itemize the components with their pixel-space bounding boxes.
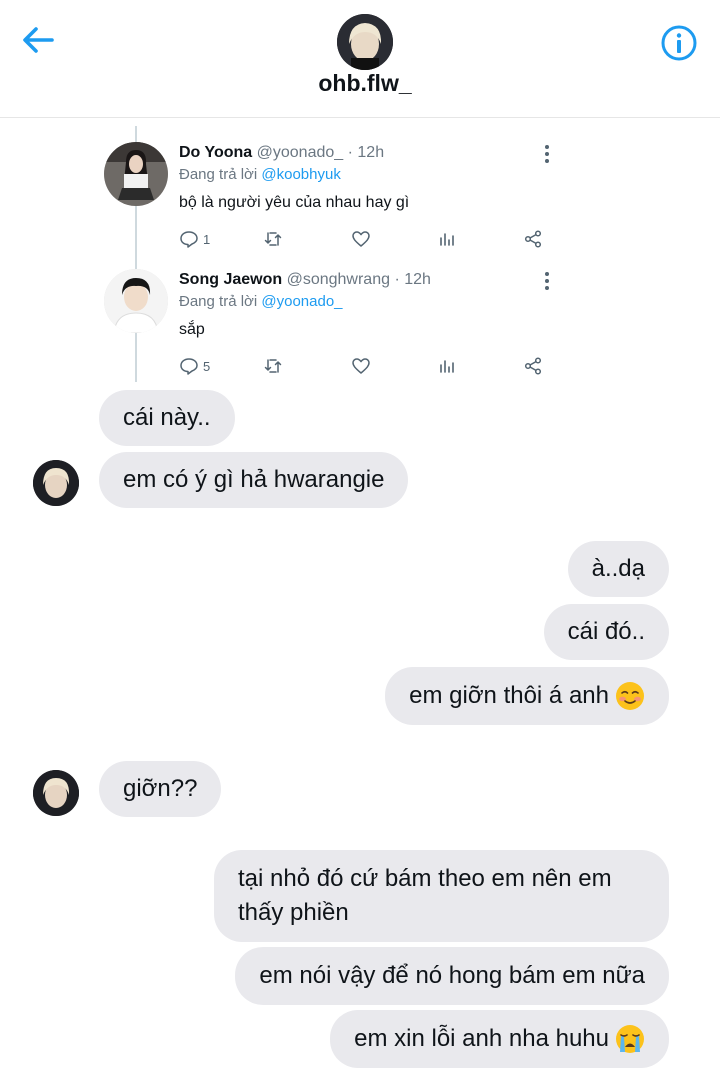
- tweet-author-handle: @songhwrang: [286, 271, 390, 288]
- more-options-button[interactable]: [540, 271, 554, 291]
- heart-icon: [352, 358, 370, 374]
- avatar-image: [104, 142, 168, 206]
- share-icon: [524, 357, 542, 375]
- avatar-image: [33, 460, 79, 506]
- retweet-button[interactable]: [263, 355, 283, 377]
- tweet-actions: 5: [179, 355, 559, 377]
- loudly-crying-emoji: [616, 1025, 644, 1053]
- message-bubble-received[interactable]: em có ý gì hả hwarangie: [99, 452, 409, 508]
- reply-icon: [180, 358, 198, 375]
- reply-count: 5: [203, 358, 211, 374]
- message-bubble-sent[interactable]: tại nhỏ đó cứ bám theo em nên em thấy ph…: [214, 850, 669, 942]
- smiling-blush-emoji: [616, 682, 644, 710]
- conversation-username[interactable]: ohb.flw_: [0, 70, 720, 97]
- avatar-image: [33, 770, 79, 816]
- more-options-button[interactable]: [540, 144, 554, 164]
- message-text: em giỡn thôi á anh: [409, 682, 609, 709]
- replying-to-label: Đang trả lời: [179, 166, 258, 183]
- tweet-avatar[interactable]: [104, 269, 168, 333]
- avatar-image: [337, 14, 393, 70]
- more-vertical-icon: [545, 272, 549, 290]
- tweet-header: Do Yoona @yoonado_ · 12h: [179, 144, 384, 162]
- message-text: cái đó..: [567, 618, 645, 645]
- message-text: tại nhỏ đó cứ bám theo em nên em thấy ph…: [238, 865, 612, 926]
- tweet-avatar[interactable]: [104, 142, 168, 206]
- replying-to: Đang trả lời @yoonado_: [179, 293, 343, 310]
- replying-to-mention[interactable]: @yoonado_: [261, 293, 342, 310]
- message-text: à..dạ: [591, 555, 645, 582]
- analytics-button[interactable]: [437, 355, 457, 377]
- message-bubble-sent[interactable]: cái đó..: [543, 604, 669, 660]
- message-text: em xin lỗi anh nha huhu: [354, 1025, 609, 1052]
- message-text: giỡn??: [123, 775, 198, 802]
- shared-tweet-thread[interactable]: Do Yoona @yoonado_ · 12h Đang trả lời @k…: [0, 118, 720, 384]
- tweet-author-name[interactable]: Do Yoona: [179, 144, 252, 161]
- replying-to-mention[interactable]: @koobhyuk: [261, 166, 340, 183]
- tweet-time: · 12h: [394, 271, 431, 288]
- tweet-song-jaewon[interactable]: Song Jaewon @songhwrang · 12h Đang trả l…: [100, 245, 580, 375]
- header-avatar[interactable]: [337, 14, 393, 70]
- like-button[interactable]: [351, 355, 371, 377]
- arrow-left-icon: [23, 27, 54, 53]
- message-bubble-sent[interactable]: em xin lỗi anh nha huhu: [330, 1010, 669, 1068]
- message-text: em có ý gì hả hwarangie: [123, 466, 385, 493]
- replying-to: Đang trả lời @koobhyuk: [179, 166, 341, 183]
- message-bubble-received[interactable]: cái này..: [99, 390, 235, 446]
- message-bubble-sent[interactable]: à..dạ: [567, 541, 669, 597]
- message-text: em nói vậy để nó hong bám em nữa: [259, 962, 645, 989]
- tweet-header: Song Jaewon @songhwrang · 12h: [179, 271, 431, 289]
- replying-to-label: Đang trả lời: [179, 293, 258, 310]
- avatar-image: [104, 269, 168, 333]
- conversation-header: ohb.flw_: [0, 0, 720, 118]
- back-button[interactable]: [18, 22, 58, 58]
- retweet-icon: [264, 359, 282, 373]
- tweet-text: sắp: [179, 321, 205, 338]
- info-icon: [661, 25, 697, 61]
- analytics-icon: [440, 360, 454, 373]
- sender-avatar[interactable]: [33, 770, 79, 816]
- message-bubble-received[interactable]: giỡn??: [99, 761, 222, 817]
- tweet-time: · 12h: [347, 144, 385, 161]
- sender-avatar[interactable]: [33, 460, 79, 506]
- tweet-do-yoona[interactable]: Do Yoona @yoonado_ · 12h Đang trả lời @k…: [100, 118, 580, 248]
- tweet-author-handle: @yoonado_: [256, 144, 344, 161]
- message-bubble-sent[interactable]: em giỡn thôi á anh: [385, 667, 669, 725]
- tweet-text: bộ là người yêu của nhau hay gì: [179, 194, 410, 211]
- more-vertical-icon: [545, 145, 549, 163]
- share-button[interactable]: [523, 355, 543, 377]
- reply-button[interactable]: 5: [179, 355, 210, 377]
- message-bubble-sent[interactable]: em nói vậy để nó hong bám em nữa: [235, 947, 669, 1005]
- info-button[interactable]: [660, 24, 698, 62]
- tweet-author-name[interactable]: Song Jaewon: [179, 271, 282, 288]
- message-text: cái này..: [123, 404, 211, 431]
